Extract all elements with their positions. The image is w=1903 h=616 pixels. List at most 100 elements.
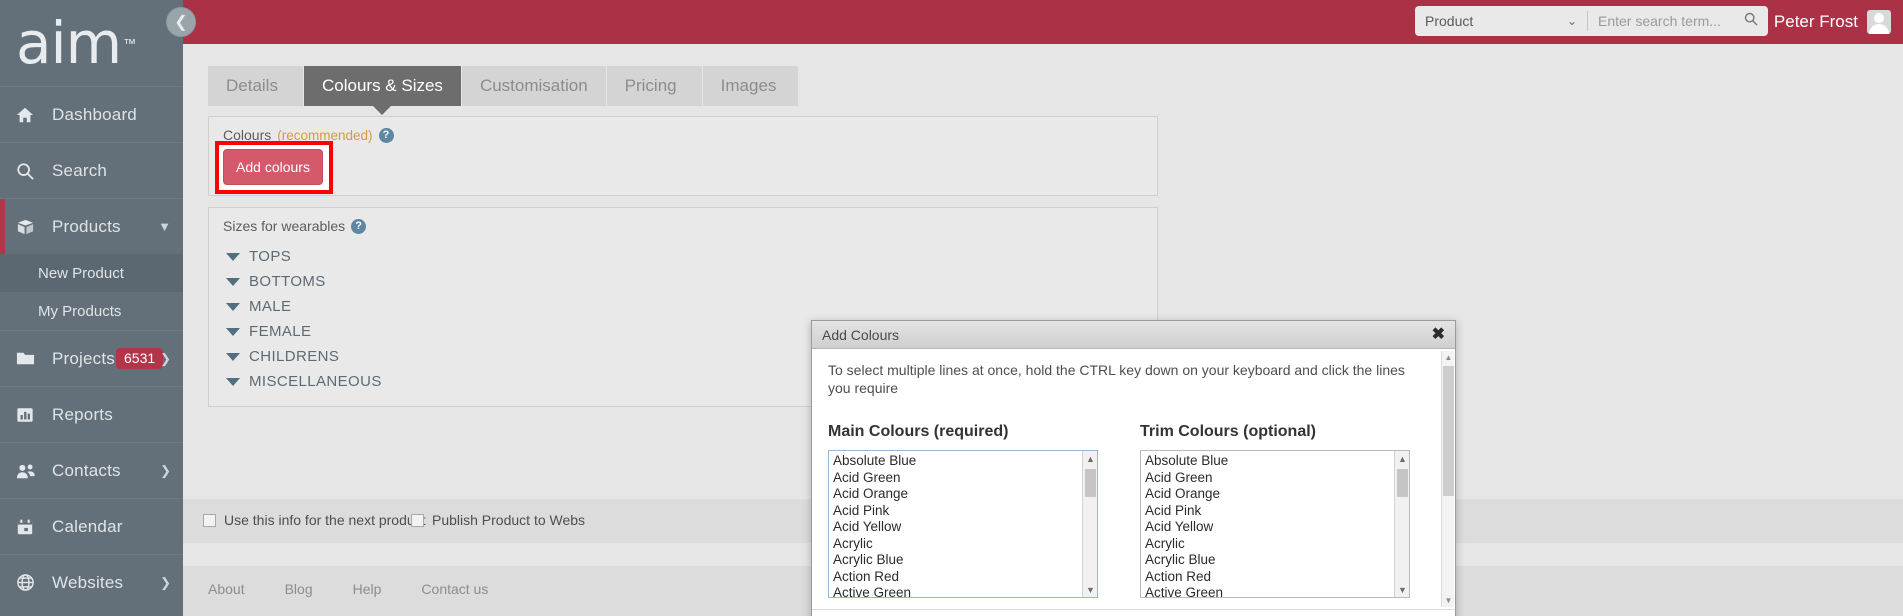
main-colours-column: Main Colours (required) Absolute Blue Aci… — [828, 423, 1098, 598]
scroll-down-icon[interactable]: ▼ — [1395, 582, 1409, 597]
triangle-down-icon — [226, 252, 240, 261]
dialog-title-bar[interactable]: Add Colours ✖ — [812, 321, 1455, 349]
sidebar-item-projects[interactable]: Projects 6531 ❯ — [0, 330, 183, 386]
chevron-right-icon[interactable]: ❯ — [160, 463, 171, 479]
dialog-scrollbar[interactable]: ▲ ▼ — [1441, 351, 1454, 607]
global-search: Product ⌄ — [1415, 6, 1768, 36]
tab-pricing[interactable]: Pricing — [606, 66, 703, 106]
people-icon — [16, 462, 46, 480]
list-item[interactable]: Acid Yellow — [1145, 519, 1409, 536]
tab-label: Customisation — [479, 76, 588, 95]
trim-colours-scrollbar[interactable]: ▲ ▼ — [1394, 451, 1409, 597]
bar-chart-icon — [16, 406, 46, 424]
list-item[interactable]: Acid Pink — [833, 503, 1097, 520]
size-group-male[interactable]: MALE — [223, 298, 1143, 315]
list-item[interactable]: Acid Green — [833, 470, 1097, 487]
add-colours-button[interactable]: Add colours — [223, 149, 323, 185]
triangle-down-icon — [226, 352, 240, 361]
sidebar-item-dashboard[interactable]: Dashboard — [0, 86, 183, 142]
list-item[interactable]: Acrylic — [833, 536, 1097, 553]
checkbox-use-info-next-product[interactable]: Use this info for the next product — [203, 512, 426, 528]
scroll-up-icon[interactable]: ▲ — [1442, 351, 1455, 364]
triangle-down-icon — [226, 377, 240, 386]
scroll-up-icon[interactable]: ▲ — [1083, 451, 1097, 466]
chevron-right-icon[interactable]: ❯ — [160, 351, 171, 367]
scroll-thumb[interactable] — [1443, 366, 1454, 496]
app-root: aim ™ Dashboard Search Products ▼ New Product… — [0, 0, 1903, 616]
chevron-right-icon[interactable]: ❯ — [160, 575, 171, 591]
sizes-panel-label: Sizes for wearables ? — [223, 218, 1143, 234]
sidebar-item-contacts[interactable]: Contacts ❯ — [0, 442, 183, 498]
scroll-thumb[interactable] — [1085, 469, 1096, 497]
chevron-left-icon: ❮ — [174, 14, 188, 31]
tab-customisation[interactable]: Customisation — [461, 66, 607, 106]
list-item[interactable]: Acid Orange — [833, 486, 1097, 503]
list-item[interactable]: Absolute Blue — [1145, 453, 1409, 470]
main-colours-scrollbar[interactable]: ▲ ▼ — [1082, 451, 1097, 597]
trim-colours-options: Absolute Blue Acid Green Acid Orange Acid P… — [1141, 451, 1409, 597]
help-icon[interactable]: ? — [378, 127, 394, 143]
scroll-down-icon[interactable]: ▼ — [1083, 582, 1097, 597]
footer-link-about[interactable]: About — [208, 581, 245, 597]
search-icon — [16, 162, 46, 180]
search-input-wrap — [1588, 6, 1768, 36]
scroll-thumb[interactable] — [1397, 469, 1408, 497]
sidebar-subitem-new-product[interactable]: New Product — [0, 254, 183, 292]
list-item[interactable]: Acrylic — [1145, 536, 1409, 553]
tab-details[interactable]: Details — [208, 66, 304, 106]
list-item[interactable]: Action Red — [1145, 569, 1409, 586]
sidebar-item-calendar[interactable]: Calendar — [0, 498, 183, 554]
sidebar-item-label: Calendar — [52, 516, 123, 536]
dialog-footer: Cancel Add selected combinations — [812, 609, 1455, 616]
list-item[interactable]: Acid Orange — [1145, 486, 1409, 503]
tab-colours-sizes[interactable]: Colours & Sizes — [304, 66, 462, 115]
main-colours-listbox[interactable]: Absolute Blue Acid Green Acid Orange Acid P… — [828, 450, 1098, 598]
list-item[interactable]: Acrylic Blue — [833, 552, 1097, 569]
sidebar-collapse-button[interactable]: ❮ — [166, 7, 196, 37]
sidebar-subitem-my-products[interactable]: My Products — [0, 292, 183, 330]
list-item[interactable]: Absolute Blue — [833, 453, 1097, 470]
checkbox-box[interactable] — [411, 513, 424, 527]
chevron-down-icon[interactable]: ▼ — [158, 219, 171, 234]
sidebar-item-websites[interactable]: Websites ❯ — [0, 554, 183, 610]
trim-colours-listbox[interactable]: Absolute Blue Acid Green Acid Orange Acid P… — [1140, 450, 1410, 598]
box-icon — [16, 217, 46, 236]
list-item[interactable]: Acid Yellow — [833, 519, 1097, 536]
search-icon[interactable] — [1744, 12, 1758, 31]
checkbox-label: Use this info for the next product — [224, 512, 426, 528]
triangle-down-icon — [226, 327, 240, 336]
checkbox-publish-product-to-website[interactable]: Publish Product to Webs — [411, 512, 585, 528]
list-item[interactable]: Active Green — [1145, 585, 1409, 597]
colours-panel-label: Colours (recommended) ? — [223, 127, 1143, 143]
checkbox-box[interactable] — [203, 513, 216, 527]
list-item[interactable]: Action Red — [833, 569, 1097, 586]
help-icon[interactable]: ? — [351, 218, 367, 234]
list-item[interactable]: Acrylic Blue — [1145, 552, 1409, 569]
calendar-icon — [16, 518, 46, 536]
footer-link-help[interactable]: Help — [353, 581, 382, 597]
sidebar-item-search[interactable]: Search — [0, 142, 183, 198]
search-scope-select[interactable]: Product ⌄ — [1415, 6, 1587, 36]
footer-link-contact-us[interactable]: Contact us — [421, 581, 488, 597]
footer-link-blog[interactable]: Blog — [285, 581, 313, 597]
list-item[interactable]: Acid Green — [1145, 470, 1409, 487]
size-group-bottoms[interactable]: BOTTOMS — [223, 273, 1143, 290]
search-input[interactable] — [1588, 13, 1738, 29]
sidebar-item-label: Products — [52, 216, 121, 236]
sidebar-item-reports[interactable]: Reports — [0, 386, 183, 442]
close-icon[interactable]: ✖ — [1432, 326, 1445, 343]
scroll-up-icon[interactable]: ▲ — [1395, 451, 1409, 466]
size-group-tops[interactable]: TOPS — [223, 248, 1143, 265]
main-colours-options: Absolute Blue Acid Green Acid Orange Acid P… — [829, 451, 1097, 597]
main-content: Details Colours & Sizes Customisation Prici… — [183, 44, 1903, 616]
main-colours-heading: Main Colours (required) — [828, 423, 1009, 440]
scroll-down-icon[interactable]: ▼ — [1442, 594, 1455, 607]
list-item[interactable]: Acid Pink — [1145, 503, 1409, 520]
tab-images[interactable]: Images — [702, 66, 799, 106]
sidebar-subitem-label: New Product — [38, 264, 124, 282]
user-menu[interactable]: Peter Frost — [1774, 0, 1891, 44]
app-logo[interactable]: aim ™ — [0, 0, 183, 86]
sidebar-item-products[interactable]: Products ▼ — [0, 198, 183, 254]
list-item[interactable]: Active Green — [833, 585, 1097, 597]
size-group-label: TOPS — [249, 248, 292, 265]
